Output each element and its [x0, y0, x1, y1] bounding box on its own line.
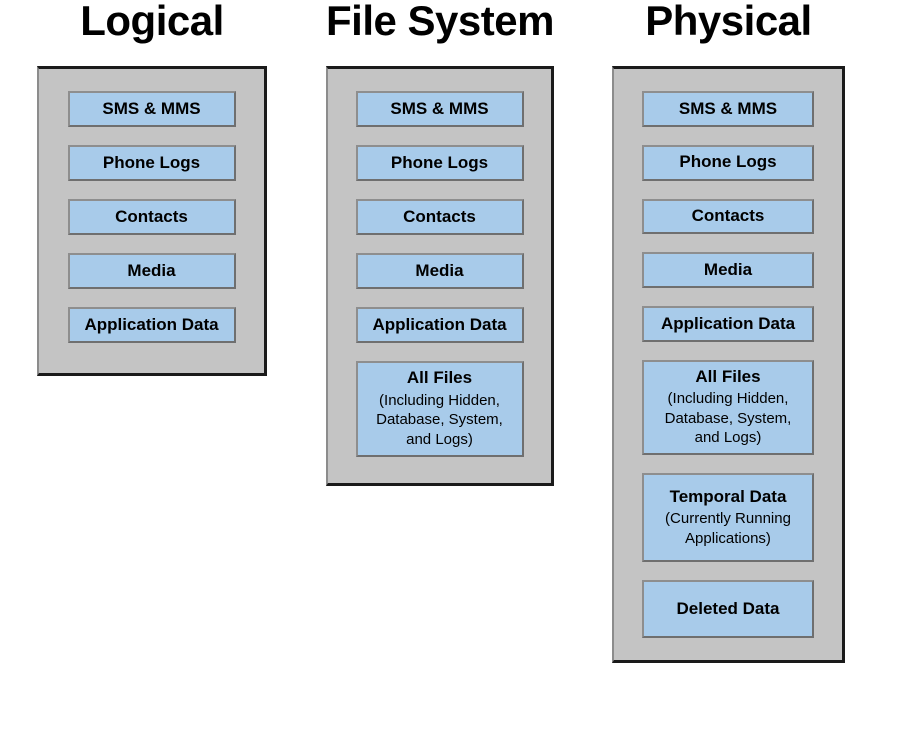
item-label: Contacts: [115, 206, 188, 226]
item-phone-logs: Phone Logs: [642, 144, 814, 181]
item-sublabel-line: and Logs): [694, 429, 762, 447]
column-title-file-system: File System: [326, 0, 554, 44]
item-label: Application Data: [372, 314, 507, 334]
item-all-files: All Files (Including Hidden, Database, S…: [355, 361, 524, 457]
column-title-logical: Logical: [80, 0, 224, 44]
column-physical: Physical SMS & MMS Phone Logs Contacts M…: [612, 0, 845, 663]
panel-file-system: SMS & MMS Phone Logs Contacts Media Appl…: [326, 66, 554, 486]
column-logical: Logical SMS & MMS Phone Logs Contacts Me…: [37, 0, 267, 376]
item-sublabel-line: (Currently Running: [665, 510, 791, 528]
item-label: Application Data: [84, 314, 219, 334]
item-sublabel: (Currently Running Applications): [665, 509, 791, 549]
item-label: Temporal Data: [669, 486, 787, 506]
item-contacts: Contacts: [355, 199, 524, 235]
item-label: Contacts: [403, 206, 476, 226]
column-title-physical: Physical: [645, 0, 812, 44]
item-application-data: Application Data: [67, 307, 236, 343]
item-label: SMS & MMS: [678, 98, 778, 118]
column-file-system: File System SMS & MMS Phone Logs Contact…: [326, 0, 554, 486]
item-label: Media: [703, 259, 753, 279]
item-all-files: All Files (Including Hidden, Database, S…: [642, 359, 814, 456]
item-phone-logs: Phone Logs: [355, 145, 524, 181]
item-media: Media: [67, 253, 236, 289]
item-deleted-data: Deleted Data: [642, 580, 814, 638]
item-media: Media: [642, 252, 814, 288]
item-sublabel-line: Database, System,: [664, 409, 792, 427]
item-sms-mms: SMS & MMS: [67, 91, 236, 127]
item-sublabel-line: Applications): [685, 529, 771, 547]
item-label: Application Data: [660, 313, 796, 333]
item-label: All Files: [406, 368, 473, 388]
item-contacts: Contacts: [642, 198, 814, 235]
item-phone-logs: Phone Logs: [67, 145, 236, 181]
item-sms-mms: SMS & MMS: [355, 91, 524, 127]
item-label: Contacts: [691, 206, 765, 226]
item-label: Phone Logs: [390, 152, 489, 172]
item-label: Phone Logs: [102, 152, 201, 172]
item-label: SMS & MMS: [390, 98, 489, 118]
item-label: Media: [127, 260, 176, 280]
item-label: Deleted Data: [676, 598, 780, 618]
panel-logical: SMS & MMS Phone Logs Contacts Media Appl…: [37, 66, 267, 376]
item-media: Media: [355, 253, 524, 289]
item-application-data: Application Data: [355, 307, 524, 343]
item-sms-mms: SMS & MMS: [642, 91, 814, 127]
item-sublabel-line: Database, System,: [376, 411, 503, 429]
item-sublabel: (Including Hidden, Database, System, and…: [376, 391, 503, 450]
item-sublabel: (Including Hidden, Database, System, and…: [665, 389, 792, 448]
item-label: Media: [415, 260, 464, 280]
item-label: SMS & MMS: [102, 98, 201, 118]
item-sublabel-line: (Including Hidden,: [379, 391, 500, 409]
item-label: All Files: [695, 366, 761, 386]
item-label: Phone Logs: [679, 152, 777, 172]
item-application-data: Application Data: [642, 306, 814, 342]
item-sublabel-line: and Logs): [406, 431, 473, 449]
panel-physical: SMS & MMS Phone Logs Contacts Media Appl…: [612, 66, 845, 663]
item-sublabel-line: (Including Hidden,: [667, 389, 789, 407]
item-contacts: Contacts: [67, 199, 236, 235]
extraction-levels-diagram: Logical SMS & MMS Phone Logs Contacts Me…: [0, 0, 902, 748]
item-temporal-data: Temporal Data (Currently Running Applica…: [642, 473, 814, 563]
